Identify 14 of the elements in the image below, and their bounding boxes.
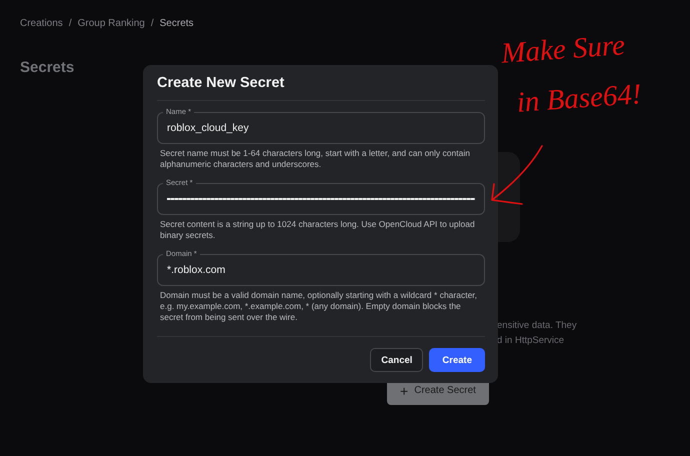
page-title: Secrets bbox=[20, 59, 76, 76]
breadcrumb-separator: / bbox=[150, 18, 154, 29]
breadcrumb-link[interactable]: Group Ranking bbox=[78, 18, 145, 29]
cancel-button[interactable]: Cancel bbox=[370, 348, 424, 372]
help-text: Domain must be a valid domain name, optionally starting with a wildcard * character, e.g. my.example.com, *.example.com, * (any domain). Empty domain blocks the secret from being sent over the wire. bbox=[159, 290, 478, 323]
create-button[interactable]: Create bbox=[429, 348, 485, 372]
breadcrumb-separator: / bbox=[68, 18, 72, 29]
description-text: ensitive data. They bbox=[497, 320, 577, 332]
handwritten-note: Make Sure in Base64! bbox=[500, 28, 643, 121]
breadcrumb-link[interactable]: Creations bbox=[20, 18, 63, 29]
breadcrumb-link[interactable]: Secrets bbox=[160, 18, 194, 29]
dialog-title: Create New Secret bbox=[157, 74, 286, 92]
help-text: Secret content is a string up to 1024 characters long. Use OpenCloud API to upload binary secrets. bbox=[159, 219, 476, 241]
help-text: Secret name must be 1-64 characters long, start with a letter, and can only contain alphanumeric characters and underscores. bbox=[159, 148, 471, 170]
